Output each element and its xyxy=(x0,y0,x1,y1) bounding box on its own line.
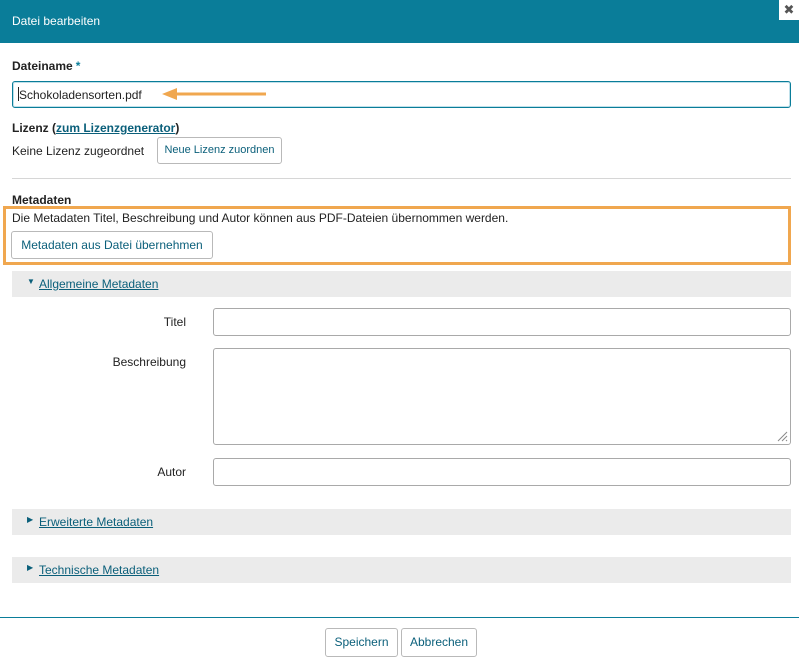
author-label: Autor xyxy=(157,465,186,479)
divider xyxy=(12,178,791,179)
author-input[interactable] xyxy=(213,458,791,486)
required-marker: * xyxy=(75,59,81,73)
cancel-button[interactable]: Abbrechen xyxy=(401,628,477,657)
section-general-metadata[interactable]: ▼ Allgemeine Metadaten xyxy=(12,271,791,297)
metadata-heading: Metadaten xyxy=(12,193,72,207)
footer-divider xyxy=(0,617,799,618)
filename-value: Schokoladensorten.pdf xyxy=(19,88,142,102)
collapsed-triangle-icon: ▶ xyxy=(27,563,34,572)
license-generator-link[interactable]: zum Lizenzgenerator xyxy=(56,121,175,135)
section-general-label[interactable]: Allgemeine Metadaten xyxy=(39,277,158,291)
license-label-prefix: Lizenz ( xyxy=(12,121,56,135)
description-textarea[interactable] xyxy=(213,348,791,445)
dialog-title: Datei bearbeiten xyxy=(12,14,101,28)
title-label: Titel xyxy=(163,315,186,329)
highlight-arrow-icon xyxy=(162,88,266,100)
section-extended-label[interactable]: Erweiterte Metadaten xyxy=(39,515,153,529)
title-input[interactable] xyxy=(213,308,791,336)
assign-license-button[interactable]: Neue Lizenz zuordnen xyxy=(157,137,282,164)
license-status: Keine Lizenz zugeordnet xyxy=(12,144,145,158)
import-metadata-button[interactable]: Metadaten aus Datei übernehmen xyxy=(11,231,213,259)
resize-grip-icon[interactable] xyxy=(776,430,788,442)
metadata-info-text: Die Metadaten Titel, Beschreibung und Au… xyxy=(12,211,509,225)
collapsed-triangle-icon: ▶ xyxy=(27,515,34,524)
license-label: Lizenz (zum Lizenzgenerator) xyxy=(12,121,179,135)
section-technical-metadata[interactable]: ▶ Technische Metadaten xyxy=(12,557,791,583)
expanded-triangle-icon: ▼ xyxy=(27,277,35,286)
filename-label-text: Dateiname xyxy=(12,59,73,73)
license-label-suffix: ) xyxy=(175,121,180,135)
section-technical-label[interactable]: Technische Metadaten xyxy=(39,563,159,577)
dialog-header: Datei bearbeiten xyxy=(0,0,799,43)
filename-input[interactable]: Schokoladensorten.pdf xyxy=(12,81,791,108)
section-extended-metadata[interactable]: ▶ Erweiterte Metadaten xyxy=(12,509,791,535)
save-button[interactable]: Speichern xyxy=(325,628,398,657)
filename-label: Dateiname * xyxy=(12,59,80,73)
description-label: Beschreibung xyxy=(112,355,186,369)
close-icon[interactable]: ✖ xyxy=(779,0,799,20)
